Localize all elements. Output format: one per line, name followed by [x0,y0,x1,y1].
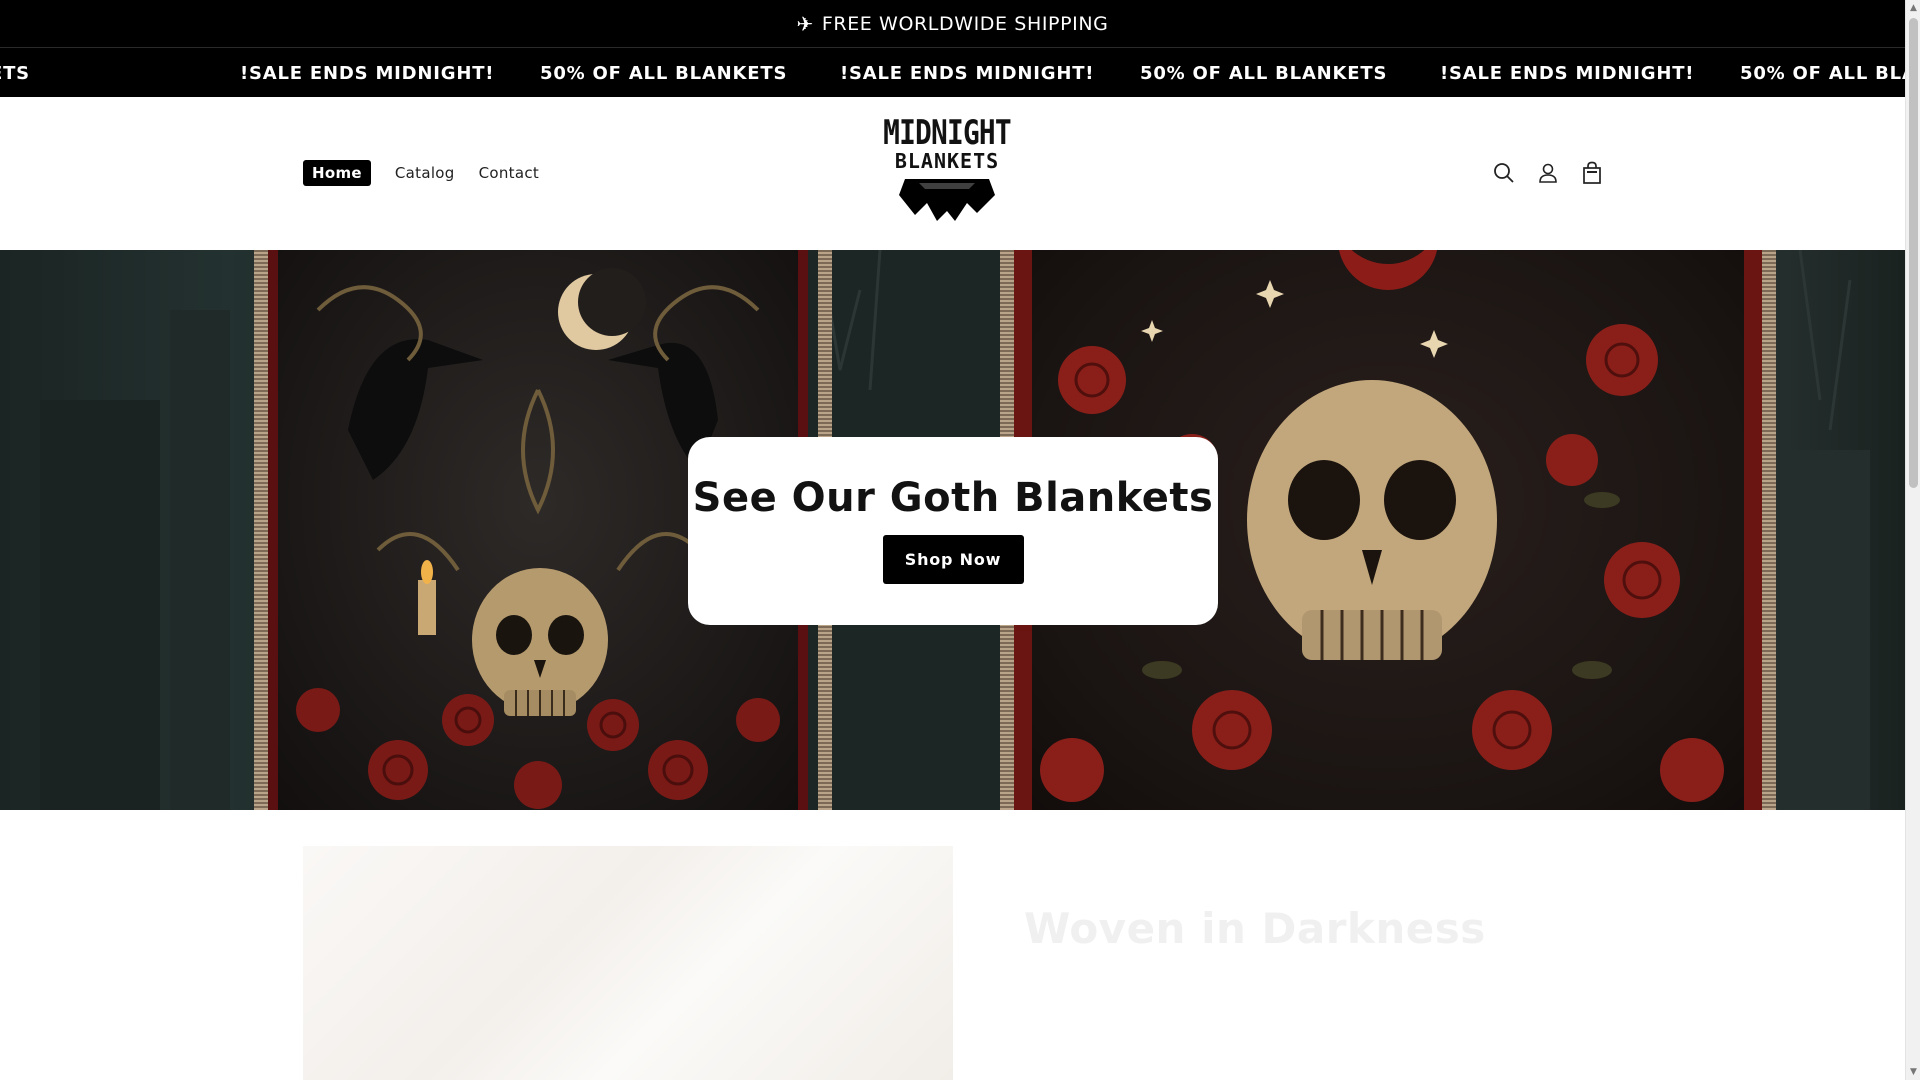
marquee-item: 50% OF ALL BLANKETS [1740,62,1905,84]
hero-card: See Our Goth Blankets Shop Now [688,437,1218,625]
site-header: Home Catalog Contact MIDNIGHT BLANKETS [0,97,1905,250]
scroll-down-icon[interactable]: ▼ [1906,1064,1920,1080]
marquee-item: ETS [0,62,30,84]
logo-text-line2: BLANKETS [894,149,1000,173]
marquee-item: !SALE ENDS MIDNIGHT! [240,62,495,84]
marquee-track: ETS !SALE ENDS MIDNIGHT! 50% OF ALL BLAN… [0,48,1905,97]
scrollbar-thumb[interactable] [1909,18,1918,488]
sale-marquee: ETS !SALE ENDS MIDNIGHT! 50% OF ALL BLAN… [0,47,1905,97]
marquee-item: !SALE ENDS MIDNIGHT! [1440,62,1695,84]
section-title: Woven in Darkness [1024,904,1486,953]
announcement-text: FREE WORLDWIDE SHIPPING [821,12,1109,35]
marquee-item: 50% OF ALL BLANKETS [540,62,788,84]
airplane-icon: ✈ [796,11,814,36]
search-icon[interactable] [1490,159,1518,187]
account-icon[interactable] [1534,159,1562,187]
shop-now-button[interactable]: Shop Now [882,535,1024,584]
marquee-item: !SALE ENDS MIDNIGHT! [840,62,1095,84]
blanket-fringe [254,250,268,810]
hero-banner: See Our Goth Blankets Shop Now [0,250,1905,810]
announcement-bar: ✈ FREE WORLDWIDE SHIPPING [0,0,1905,47]
hero-title: See Our Goth Blankets [692,475,1214,521]
cart-icon[interactable] [1578,159,1606,187]
header-actions [1490,159,1622,187]
nav-catalog[interactable]: Catalog [395,164,455,182]
page-scrollbar[interactable]: ▲ ▼ [1905,0,1920,1080]
blanket-fringe [1762,250,1776,810]
site-logo[interactable]: MIDNIGHT BLANKETS [866,115,1028,227]
featured-image [303,846,953,1080]
nav-contact[interactable]: Contact [479,164,539,182]
main-nav: Home Catalog Contact [303,160,563,186]
blanket-logo-icon [899,179,995,221]
scroll-up-icon[interactable]: ▲ [1906,0,1920,16]
marquee-item: 50% OF ALL BLANKETS [1140,62,1388,84]
logo-text-line1: MIDNIGHT [883,113,1012,153]
nav-home[interactable]: Home [303,160,371,186]
featured-section: Woven in Darkness [0,810,1905,1080]
